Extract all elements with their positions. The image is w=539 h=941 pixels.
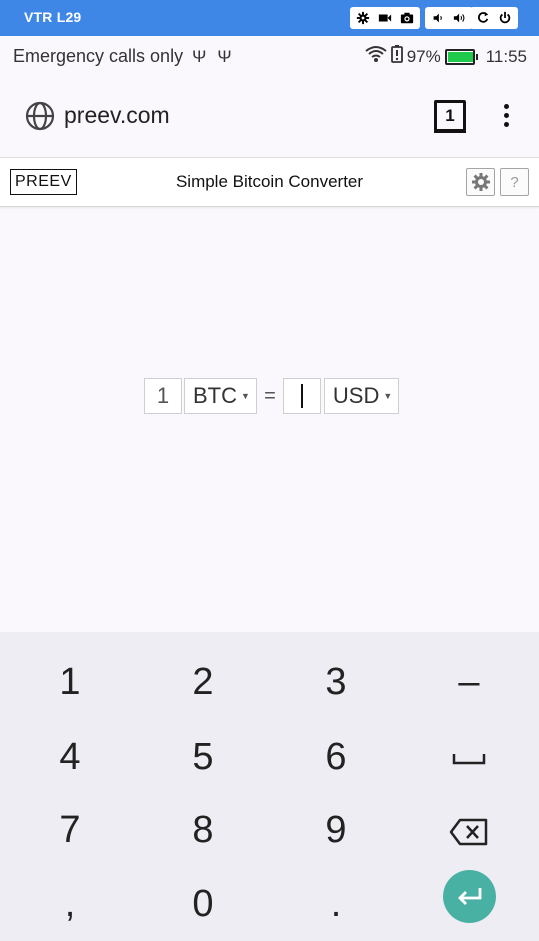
- dropdown-caret-icon: ▼: [383, 391, 393, 401]
- emulator-controls-volume: [425, 7, 473, 29]
- page-header: PREEV Simple Bitcoin Converter ?: [0, 157, 539, 207]
- from-currency-label: BTC: [193, 383, 237, 408]
- enter-key[interactable]: [443, 870, 496, 923]
- android-status-bar: Emergency calls only Ψ Ψ 97% 11:55: [0, 36, 539, 76]
- volume-up-icon[interactable]: [450, 9, 470, 27]
- btc-amount-input[interactable]: 1: [144, 378, 182, 414]
- to-currency-label: USD: [332, 383, 380, 408]
- tab-switcher-underline: [434, 131, 466, 133]
- tab-count: 1: [434, 100, 466, 132]
- wifi-icon: [365, 45, 387, 68]
- currency-converter: 1 BTC ▼ = USD ▼: [144, 377, 400, 415]
- numeric-keyboard: 1 2 3 – 4 5 6 7 8 9 , 0 .: [0, 632, 539, 941]
- network-status-text: Emergency calls only: [13, 46, 184, 66]
- usd-amount-input[interactable]: [282, 378, 321, 414]
- text-cursor: [300, 384, 303, 408]
- dropdown-caret-icon: ▼: [241, 391, 250, 401]
- battery-nub: [475, 53, 478, 60]
- key-minus[interactable]: –: [409, 647, 529, 717]
- volume-down-icon[interactable]: [428, 9, 448, 27]
- key-9[interactable]: 9: [276, 795, 396, 865]
- backspace-icon: [449, 818, 488, 846]
- help-button[interactable]: ?: [500, 168, 529, 196]
- power-icon[interactable]: [495, 9, 515, 27]
- key-1[interactable]: 1: [10, 647, 130, 717]
- key-backspace[interactable]: [409, 795, 529, 865]
- from-currency-select[interactable]: BTC ▼: [184, 378, 257, 414]
- gear-icon: [471, 173, 490, 191]
- battery-alert-icon: [390, 45, 403, 68]
- equals-sign: =: [264, 384, 276, 407]
- space-icon: [452, 753, 486, 765]
- key-3[interactable]: 3: [276, 647, 396, 717]
- tab-switcher-button[interactable]: 1: [433, 99, 466, 133]
- rotate-icon[interactable]: [473, 9, 493, 27]
- camera-icon[interactable]: [397, 9, 417, 27]
- to-currency-select[interactable]: USD ▼: [323, 378, 400, 414]
- address-bar-url[interactable]: preev.com: [64, 102, 170, 129]
- overflow-menu-icon[interactable]: [504, 104, 512, 130]
- settings-gear-icon[interactable]: [353, 9, 373, 27]
- device-name: VTR L29: [24, 9, 82, 25]
- status-right: 97% 11:55: [365, 45, 527, 68]
- status-left: Emergency calls only Ψ Ψ: [13, 46, 232, 67]
- emulator-controls-media: [350, 7, 420, 29]
- emulator-toolbar: VTR L29: [0, 0, 539, 36]
- key-4[interactable]: 4: [10, 722, 130, 792]
- page-title: Simple Bitcoin Converter: [175, 172, 364, 191]
- battery-percent: 97%: [406, 46, 441, 66]
- key-6[interactable]: 6: [276, 722, 396, 792]
- video-camera-icon[interactable]: [375, 9, 395, 27]
- clock-time: 11:55: [485, 46, 527, 66]
- key-7[interactable]: 7: [10, 795, 130, 865]
- emulator-controls-power: [470, 7, 518, 29]
- key-5[interactable]: 5: [143, 722, 263, 792]
- key-period[interactable]: .: [276, 869, 396, 939]
- settings-button[interactable]: [466, 168, 495, 196]
- browser-toolbar: preev.com 1: [0, 76, 539, 156]
- key-8[interactable]: 8: [143, 795, 263, 865]
- battery-icon: [444, 48, 475, 65]
- usb-icon: Ψ: [217, 47, 232, 66]
- key-comma[interactable]: ,: [10, 869, 130, 939]
- usb-icon: Ψ: [192, 47, 207, 66]
- globe-icon[interactable]: [24, 100, 56, 132]
- enter-arrow-icon: [457, 887, 481, 905]
- key-space[interactable]: [409, 722, 529, 792]
- key-2[interactable]: 2: [143, 647, 263, 717]
- key-0[interactable]: 0: [143, 869, 263, 939]
